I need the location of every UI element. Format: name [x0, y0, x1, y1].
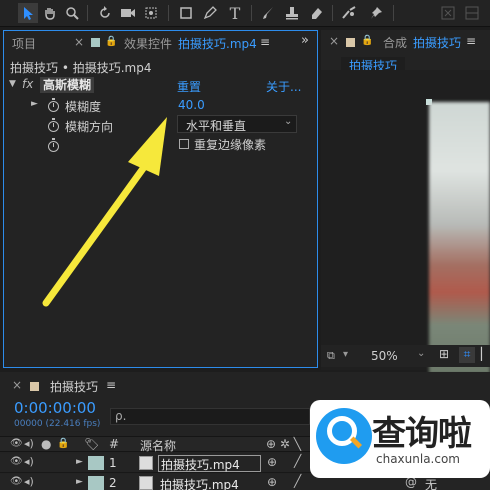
tab-composition[interactable]: 合成	[383, 34, 407, 51]
annotation-arrow	[42, 117, 167, 307]
search-icon: ρ.	[115, 409, 127, 423]
label-column-icon: 🏷	[84, 437, 100, 451]
layer-number: 2	[109, 476, 117, 490]
eye-icon[interactable]: 👁	[10, 456, 23, 467]
layer-label-color[interactable]	[88, 476, 104, 490]
quality-icon[interactable]: ╱	[294, 474, 301, 488]
align-icon[interactable]	[438, 3, 458, 23]
audio-icon[interactable]: ◂)	[24, 455, 34, 468]
layer-name[interactable]: 拍摄技巧.mp4	[158, 455, 261, 472]
lock-column-icon: 🔒	[57, 438, 70, 449]
puppet-pin-icon[interactable]	[366, 3, 386, 23]
dropdown-icon[interactable]: ▾	[343, 349, 348, 360]
camera-icon[interactable]	[118, 3, 138, 23]
layer-name[interactable]: 拍摄技巧.mp4	[160, 476, 239, 490]
toolbar-divider	[332, 5, 333, 21]
layer-number: 1	[109, 456, 117, 470]
more-icon[interactable]: ▏	[481, 347, 490, 361]
close-tab-icon[interactable]: ×	[329, 34, 339, 48]
rectangle-icon[interactable]	[176, 3, 196, 23]
expand-triangle-icon[interactable]: ►	[76, 457, 83, 467]
source-name-header[interactable]: 源名称	[140, 437, 176, 454]
pen-icon[interactable]	[200, 3, 220, 23]
lock-icon[interactable]: 🔒	[361, 35, 373, 46]
close-tab-icon[interactable]: ×	[12, 378, 22, 392]
mask-toggle-icon[interactable]: ⌗	[459, 347, 475, 363]
grid-icon[interactable]: ⊞	[439, 347, 449, 361]
watermark-logo: 查询啦 chaxunla.com	[310, 400, 490, 478]
toolbar-divider	[168, 5, 169, 21]
hand-icon[interactable]	[40, 3, 60, 23]
effect-controls-panel: 项目 × 🔒 效果控件 拍摄技巧.mp4 ≡ » 拍摄技巧 • 拍摄技巧.mp4…	[3, 30, 318, 368]
shy-icon[interactable]: ⊕	[267, 455, 277, 469]
switches-column-icon: ⊕ ✲ ╲	[266, 437, 301, 451]
eye-icon[interactable]: 👁	[10, 476, 23, 487]
frame-rate-info: 00000 (22.416 fps)	[14, 419, 101, 429]
layer-search-input[interactable]: ρ.	[110, 408, 310, 425]
timeline-tab-color-icon	[30, 382, 39, 391]
composition-name[interactable]: 拍摄技巧	[413, 34, 461, 51]
zoom-icon[interactable]	[62, 3, 82, 23]
timeline-tab-name[interactable]: 拍摄技巧	[50, 378, 98, 395]
snap-icon[interactable]	[462, 3, 482, 23]
video-file-icon	[139, 476, 153, 490]
toolbar-divider	[393, 5, 394, 21]
toolbar-divider	[251, 5, 252, 21]
composition-panel: × 🔒 合成 拍摄技巧 ≡ 拍摄技巧	[321, 30, 490, 374]
watermark-title: 查询啦	[372, 414, 472, 454]
roto-brush-icon[interactable]	[339, 3, 359, 23]
video-frame	[429, 102, 490, 374]
selection-icon[interactable]	[18, 3, 38, 23]
visibility-column-icon: 👁	[10, 438, 23, 449]
current-timecode[interactable]: 0:00:00:00	[14, 399, 96, 417]
audio-icon[interactable]: ◂)	[24, 475, 34, 488]
panel-menu-icon[interactable]: ≡	[106, 378, 116, 392]
watermark-url: chaxunla.com	[376, 452, 460, 466]
composition-footer: ⧉ ▾ 50% ⌄ ⊞ ⌗ ▏	[321, 345, 490, 367]
parent-value[interactable]: 无	[425, 476, 437, 490]
layer-label-color[interactable]	[88, 456, 104, 470]
expand-triangle-icon[interactable]: ►	[76, 477, 83, 487]
comp-tab-color-icon	[346, 38, 355, 47]
brush-icon[interactable]	[258, 3, 278, 23]
preview-icon[interactable]: ⧉	[327, 349, 335, 363]
pan-behind-icon[interactable]	[141, 3, 161, 23]
rotate-icon[interactable]	[95, 3, 115, 23]
toolbar: T	[0, 0, 490, 27]
panel-menu-icon[interactable]: ≡	[466, 34, 476, 48]
layer-number-header: #	[109, 437, 120, 451]
zoom-chevron-icon[interactable]: ⌄	[417, 348, 425, 359]
toolbar-divider	[87, 5, 88, 21]
audio-column-icon: ◂)	[24, 437, 34, 450]
clone-stamp-icon[interactable]	[282, 3, 302, 23]
quality-icon[interactable]: ╱	[294, 454, 301, 468]
video-file-icon	[139, 456, 153, 470]
solo-column-icon: ●	[41, 437, 52, 451]
shy-icon[interactable]: ⊕	[267, 475, 277, 489]
zoom-level[interactable]: 50%	[371, 349, 398, 363]
eraser-icon[interactable]	[306, 3, 326, 23]
type-icon[interactable]: T	[225, 3, 245, 23]
